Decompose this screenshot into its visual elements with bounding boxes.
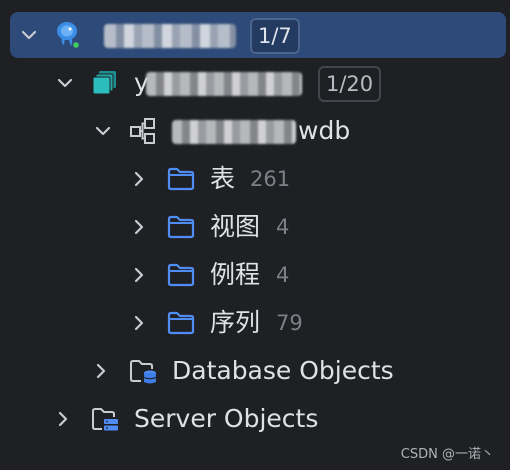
- chevron-right-icon[interactable]: [128, 312, 150, 334]
- watermark: CSDN @一诺丶: [400, 447, 494, 462]
- folder-count: 79: [276, 311, 303, 335]
- folder-label: 表: [210, 164, 236, 193]
- database-name-redacted: [146, 72, 302, 96]
- schema-name-redacted: [172, 120, 296, 144]
- folder-label: 视图: [210, 212, 261, 241]
- connection-name-redacted: [104, 24, 236, 48]
- chevron-right-icon[interactable]: [90, 360, 112, 382]
- folder-icon: [166, 164, 196, 194]
- database-objects-folder-icon: [128, 356, 158, 386]
- chevron-down-icon[interactable]: [18, 24, 40, 46]
- folder-count: 4: [276, 215, 290, 239]
- folder-count: 4: [276, 263, 290, 287]
- tree-node-schema[interactable]: wdb: [0, 108, 510, 154]
- folder-icon: [166, 308, 196, 338]
- schema-name-suffix: wdb: [298, 116, 351, 145]
- tree-node-database[interactable]: y 1/20: [0, 60, 510, 106]
- database-objects-label: Database Objects: [172, 356, 394, 385]
- database-badge: 1/20: [318, 66, 382, 102]
- tree-node-folder-routines[interactable]: 例程 4: [0, 252, 510, 298]
- chevron-down-icon[interactable]: [92, 120, 114, 142]
- server-objects-folder-icon: [90, 404, 120, 434]
- folder-icon: [166, 260, 196, 290]
- tree-node-folder-tables[interactable]: 表 261: [0, 156, 510, 202]
- connection-badge: 1/7: [250, 18, 300, 54]
- tree-node-database-objects[interactable]: Database Objects: [0, 348, 510, 394]
- tree-node-connection[interactable]: 1/7: [10, 12, 506, 58]
- chevron-down-icon[interactable]: [54, 72, 76, 94]
- folder-count: 261: [250, 167, 291, 191]
- tree-node-folder-views[interactable]: 视图 4: [0, 204, 510, 250]
- folder-label: 序列: [210, 308, 261, 337]
- chevron-right-icon[interactable]: [52, 408, 74, 430]
- database-tree: 1/7 y 1/20 wdb 表 261 视图 4 例程 4 序列 79 Dat…: [0, 0, 510, 470]
- schema-icon: [128, 116, 158, 146]
- folder-label: 例程: [210, 260, 261, 289]
- chevron-right-icon[interactable]: [128, 216, 150, 238]
- chevron-right-icon[interactable]: [128, 264, 150, 286]
- tree-node-folder-sequences[interactable]: 序列 79: [0, 300, 510, 346]
- server-objects-label: Server Objects: [134, 404, 319, 433]
- postgresql-elephant-icon: [52, 20, 82, 50]
- chevron-right-icon[interactable]: [128, 168, 150, 190]
- database-stack-icon: [90, 68, 120, 98]
- folder-icon: [166, 212, 196, 242]
- tree-node-server-objects[interactable]: Server Objects: [0, 396, 510, 442]
